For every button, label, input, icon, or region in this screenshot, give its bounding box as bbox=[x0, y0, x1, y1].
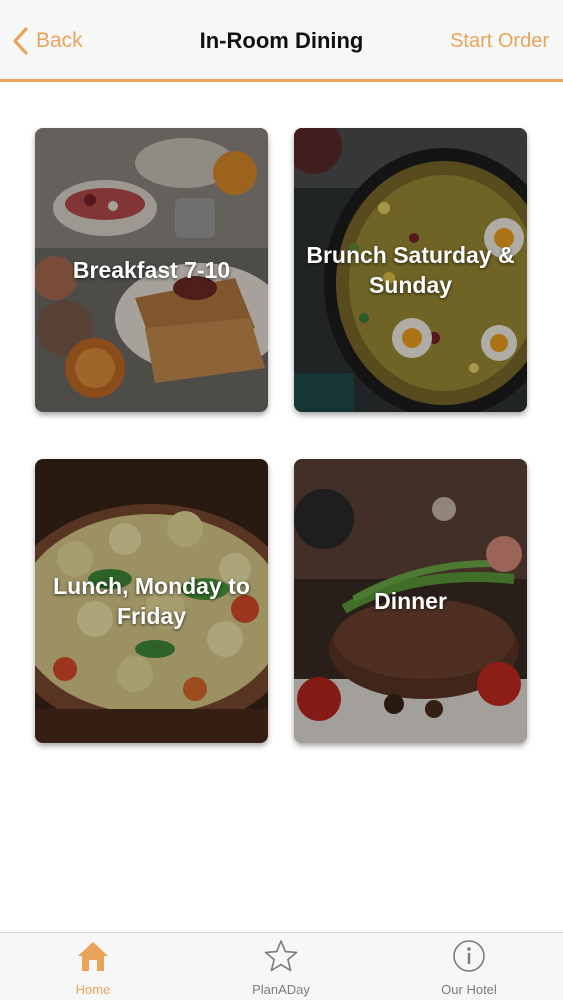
tile-label: Dinner bbox=[374, 588, 447, 614]
tab-planaday[interactable]: PlanADay bbox=[211, 939, 351, 999]
tab-bar: Home PlanADay Our Hotel bbox=[0, 932, 563, 1000]
star-icon bbox=[264, 940, 298, 972]
tab-our-hotel[interactable]: Our Hotel bbox=[399, 939, 539, 999]
start-order-button[interactable]: Start Order bbox=[450, 30, 549, 53]
tab-home[interactable]: Home bbox=[23, 939, 163, 999]
menu-tile-breakfast[interactable]: Breakfast 7-10 bbox=[35, 128, 268, 412]
tab-label: PlanADay bbox=[252, 982, 310, 997]
menu-tile-lunch[interactable]: Lunch, Monday to Friday bbox=[35, 459, 268, 743]
tile-label: Lunch, Monday to Friday bbox=[53, 573, 250, 629]
info-icon bbox=[453, 940, 485, 972]
nav-header: Back In-Room Dining Start Order bbox=[0, 0, 563, 82]
tab-label: Our Hotel bbox=[441, 982, 497, 997]
tile-label: Brunch Saturday & Sunday bbox=[306, 242, 515, 298]
tile-label: Breakfast 7-10 bbox=[72, 257, 231, 283]
menu-tile-brunch[interactable]: Brunch Saturday & Sunday bbox=[294, 128, 527, 412]
app-screen: Back In-Room Dining Start Order Breakfas… bbox=[0, 0, 563, 1000]
home-icon bbox=[78, 942, 108, 971]
menu-tile-dinner[interactable]: Dinner bbox=[294, 459, 527, 743]
tab-label: Home bbox=[75, 982, 111, 997]
